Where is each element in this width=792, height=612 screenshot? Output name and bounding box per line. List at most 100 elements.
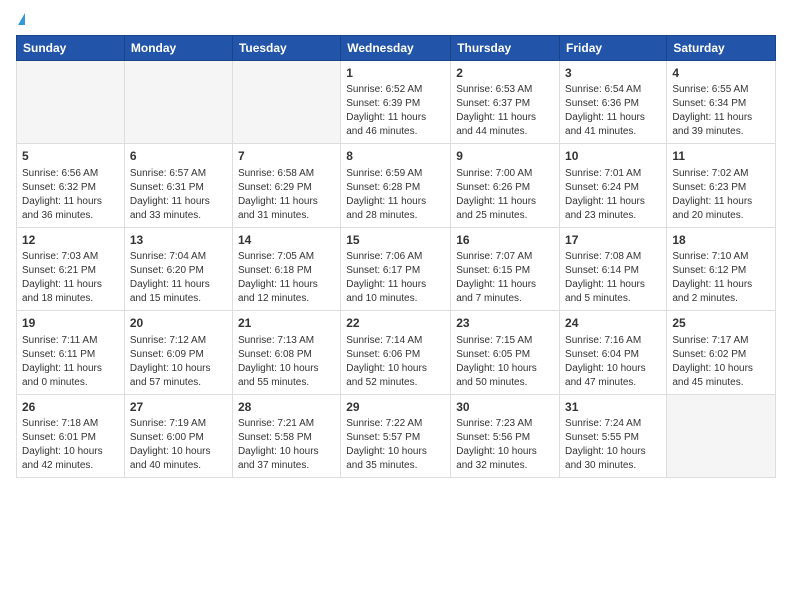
calendar-cell: 17Sunrise: 7:08 AM Sunset: 6:14 PM Dayli…	[560, 227, 667, 310]
day-info: Sunrise: 7:06 AM Sunset: 6:17 PM Dayligh…	[346, 250, 445, 306]
day-number: 16	[456, 232, 554, 249]
calendar-cell: 9Sunrise: 7:00 AM Sunset: 6:26 PM Daylig…	[451, 144, 560, 227]
day-number: 15	[346, 232, 445, 249]
day-info: Sunrise: 6:54 AM Sunset: 6:36 PM Dayligh…	[565, 83, 661, 139]
calendar-cell: 12Sunrise: 7:03 AM Sunset: 6:21 PM Dayli…	[17, 227, 125, 310]
calendar-cell: 30Sunrise: 7:23 AM Sunset: 5:56 PM Dayli…	[451, 394, 560, 477]
calendar-cell: 10 Sunrise: 7:01 AM Sunset: 6:24 PM Dayli…	[560, 144, 667, 227]
calendar-table: SundayMondayTuesdayWednesdayThursdayFrid…	[16, 35, 776, 478]
calendar-cell: 8 Sunrise: 6:59 AM Sunset: 6:28 PM Daylig…	[341, 144, 451, 227]
calendar-cell: 7Sunrise: 6:58 AM Sunset: 6:29 PM Daylig…	[232, 144, 340, 227]
logo	[16, 16, 25, 25]
day-number: 18	[672, 232, 770, 249]
day-info: Sunrise: 7:13 AM Sunset: 6:08 PM Dayligh…	[238, 334, 335, 390]
day-info: Sunrise: 7:16 AM Sunset: 6:04 PM Dayligh…	[565, 334, 661, 390]
weekday-header-saturday: Saturday	[667, 36, 776, 61]
weekday-header-wednesday: Wednesday	[341, 36, 451, 61]
day-number: 19	[22, 315, 119, 332]
day-info: Sunrise: 7:04 AM Sunset: 6:20 PM Dayligh…	[130, 250, 227, 306]
day-number: 22	[346, 315, 445, 332]
calendar-cell	[232, 61, 340, 144]
page-header	[16, 16, 776, 25]
day-number: 26	[22, 399, 119, 416]
day-number: 13	[130, 232, 227, 249]
calendar-cell: 6 Sunrise: 6:57 AM Sunset: 6:31 PM Daylig…	[124, 144, 232, 227]
day-info: Sunrise: 6:57 AM Sunset: 6:31 PM Dayligh…	[130, 167, 227, 223]
calendar-cell: 31Sunrise: 7:24 AM Sunset: 5:55 PM Dayli…	[560, 394, 667, 477]
calendar-cell: 26Sunrise: 7:18 AM Sunset: 6:01 PM Dayli…	[17, 394, 125, 477]
day-info: Sunrise: 7:23 AM Sunset: 5:56 PM Dayligh…	[456, 417, 554, 473]
day-info: Sunrise: 7:08 AM Sunset: 6:14 PM Dayligh…	[565, 250, 661, 306]
calendar-cell: 22 Sunrise: 7:14 AM Sunset: 6:06 PM Dayli…	[341, 311, 451, 394]
day-info: Sunrise: 6:53 AM Sunset: 6:37 PM Dayligh…	[456, 83, 554, 139]
day-number: 12	[22, 232, 119, 249]
day-number: 3	[565, 65, 661, 82]
day-info: Sunrise: 7:18 AM Sunset: 6:01 PM Dayligh…	[22, 417, 119, 473]
day-number: 5	[22, 148, 119, 165]
day-number: 6	[130, 148, 227, 165]
calendar-cell: 20Sunrise: 7:12 AM Sunset: 6:09 PM Dayli…	[124, 311, 232, 394]
calendar-cell: 14Sunrise: 7:05 AM Sunset: 6:18 PM Dayli…	[232, 227, 340, 310]
calendar-cell: 24 Sunrise: 7:16 AM Sunset: 6:04 PM Dayli…	[560, 311, 667, 394]
calendar-cell: 2Sunrise: 6:53 AM Sunset: 6:37 PM Daylig…	[451, 61, 560, 144]
calendar-cell: 29Sunrise: 7:22 AM Sunset: 5:57 PM Dayli…	[341, 394, 451, 477]
day-info: Sunrise: 7:22 AM Sunset: 5:57 PM Dayligh…	[346, 417, 445, 473]
day-info: Sunrise: 6:58 AM Sunset: 6:29 PM Dayligh…	[238, 167, 335, 223]
day-number: 14	[238, 232, 335, 249]
day-info: Sunrise: 6:59 AM Sunset: 6:28 PM Dayligh…	[346, 167, 445, 223]
day-info: Sunrise: 6:55 AM Sunset: 6:34 PM Dayligh…	[672, 83, 770, 139]
weekday-header-thursday: Thursday	[451, 36, 560, 61]
day-info: Sunrise: 7:12 AM Sunset: 6:09 PM Dayligh…	[130, 334, 227, 390]
day-info: Sunrise: 7:14 AM Sunset: 6:06 PM Dayligh…	[346, 334, 445, 390]
day-number: 9	[456, 148, 554, 165]
calendar-cell: 19Sunrise: 7:11 AM Sunset: 6:11 PM Dayli…	[17, 311, 125, 394]
calendar-cell: 15Sunrise: 7:06 AM Sunset: 6:17 PM Dayli…	[341, 227, 451, 310]
day-info: Sunrise: 7:24 AM Sunset: 5:55 PM Dayligh…	[565, 417, 661, 473]
day-number: 29	[346, 399, 445, 416]
day-number: 1	[346, 65, 445, 82]
calendar-cell: 23Sunrise: 7:15 AM Sunset: 6:05 PM Dayli…	[451, 311, 560, 394]
day-number: 31	[565, 399, 661, 416]
calendar-cell: 3Sunrise: 6:54 AM Sunset: 6:36 PM Daylig…	[560, 61, 667, 144]
day-number: 2	[456, 65, 554, 82]
day-number: 10	[565, 148, 661, 165]
calendar-cell: 18Sunrise: 7:10 AM Sunset: 6:12 PM Dayli…	[667, 227, 776, 310]
day-info: Sunrise: 7:17 AM Sunset: 6:02 PM Dayligh…	[672, 334, 770, 390]
day-number: 23	[456, 315, 554, 332]
day-info: Sunrise: 7:05 AM Sunset: 6:18 PM Dayligh…	[238, 250, 335, 306]
day-info: Sunrise: 7:03 AM Sunset: 6:21 PM Dayligh…	[22, 250, 119, 306]
weekday-header-sunday: Sunday	[17, 36, 125, 61]
day-info: Sunrise: 6:52 AM Sunset: 6:39 PM Dayligh…	[346, 83, 445, 139]
calendar-week-2: 5 Sunrise: 6:56 AM Sunset: 6:32 PM Daylig…	[17, 144, 776, 227]
calendar-cell: 4Sunrise: 6:55 AM Sunset: 6:34 PM Daylig…	[667, 61, 776, 144]
calendar-cell: 1Sunrise: 6:52 AM Sunset: 6:39 PM Daylig…	[341, 61, 451, 144]
day-info: Sunrise: 7:07 AM Sunset: 6:15 PM Dayligh…	[456, 250, 554, 306]
day-number: 24	[565, 315, 661, 332]
calendar-cell	[17, 61, 125, 144]
calendar-cell: 13Sunrise: 7:04 AM Sunset: 6:20 PM Dayli…	[124, 227, 232, 310]
day-number: 30	[456, 399, 554, 416]
day-number: 8	[346, 148, 445, 165]
day-number: 11	[672, 148, 770, 165]
calendar-week-4: 19Sunrise: 7:11 AM Sunset: 6:11 PM Dayli…	[17, 311, 776, 394]
calendar-cell: 25Sunrise: 7:17 AM Sunset: 6:02 PM Dayli…	[667, 311, 776, 394]
calendar-cell: 16Sunrise: 7:07 AM Sunset: 6:15 PM Dayli…	[451, 227, 560, 310]
weekday-header-friday: Friday	[560, 36, 667, 61]
page-container: SundayMondayTuesdayWednesdayThursdayFrid…	[0, 0, 792, 486]
day-info: Sunrise: 7:01 AM Sunset: 6:24 PM Dayligh…	[565, 167, 661, 223]
day-info: Sunrise: 6:56 AM Sunset: 6:32 PM Dayligh…	[22, 167, 119, 223]
day-info: Sunrise: 7:10 AM Sunset: 6:12 PM Dayligh…	[672, 250, 770, 306]
calendar-week-5: 26Sunrise: 7:18 AM Sunset: 6:01 PM Dayli…	[17, 394, 776, 477]
calendar-week-1: 1Sunrise: 6:52 AM Sunset: 6:39 PM Daylig…	[17, 61, 776, 144]
calendar-week-3: 12Sunrise: 7:03 AM Sunset: 6:21 PM Dayli…	[17, 227, 776, 310]
calendar-cell	[667, 394, 776, 477]
calendar-cell: 11 Sunrise: 7:02 AM Sunset: 6:23 PM Dayli…	[667, 144, 776, 227]
calendar-cell: 21Sunrise: 7:13 AM Sunset: 6:08 PM Dayli…	[232, 311, 340, 394]
day-number: 4	[672, 65, 770, 82]
calendar-cell: 27Sunrise: 7:19 AM Sunset: 6:00 PM Dayli…	[124, 394, 232, 477]
calendar-cell: 28Sunrise: 7:21 AM Sunset: 5:58 PM Dayli…	[232, 394, 340, 477]
logo-arrow-icon	[18, 13, 25, 25]
day-info: Sunrise: 7:02 AM Sunset: 6:23 PM Dayligh…	[672, 167, 770, 223]
day-info: Sunrise: 7:19 AM Sunset: 6:00 PM Dayligh…	[130, 417, 227, 473]
day-number: 17	[565, 232, 661, 249]
